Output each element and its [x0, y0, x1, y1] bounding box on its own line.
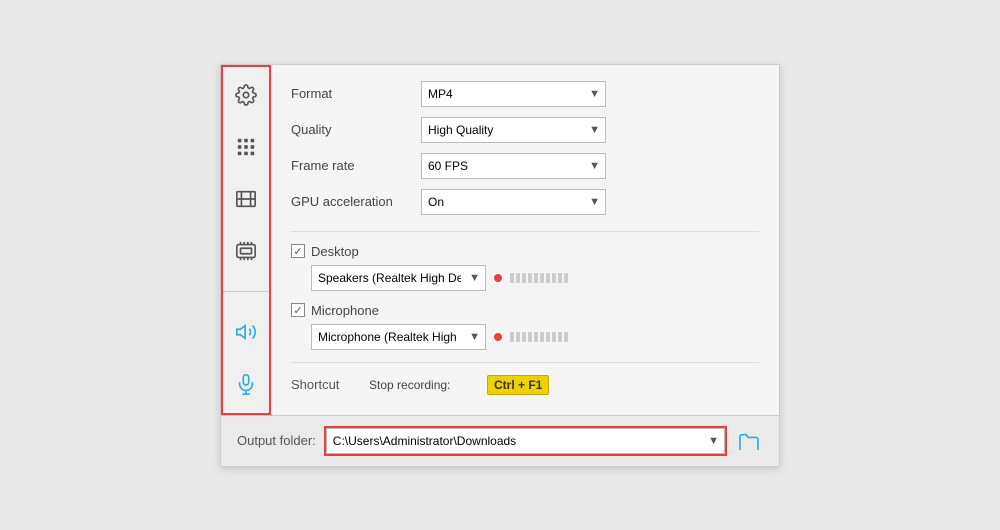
vol-seg-5 — [534, 273, 538, 283]
framerate-icon[interactable] — [230, 183, 262, 215]
desktop-device-select[interactable]: Speakers (Realtek High De... — [311, 265, 486, 291]
microphone-sidebar-icon[interactable] — [230, 368, 262, 400]
mic-volume-bar — [510, 332, 568, 342]
vol-seg-8 — [552, 273, 556, 283]
quality-select[interactable]: High Quality Medium Quality Low Quality — [421, 117, 606, 143]
mic-volume-dot — [494, 333, 502, 341]
format-label: Format — [291, 86, 421, 101]
mic-device-select[interactable]: Microphone (Realtek High ... — [311, 324, 486, 350]
audio-settings-section: ✓ Desktop Speakers (Realtek High De... ▼ — [291, 244, 759, 350]
footer-bar: Output folder: C:\Users\Administrator\Do… — [221, 415, 779, 466]
desktop-checkbox[interactable]: ✓ — [291, 244, 305, 258]
open-folder-button[interactable] — [735, 428, 763, 454]
desktop-volume-bar — [510, 273, 568, 283]
mic-vol-seg-7 — [546, 332, 550, 342]
desktop-device-select-wrapper: Speakers (Realtek High De... ▼ — [311, 265, 486, 291]
settings-content: Format MP4 AVI MOV MKV ▼ Quality — [271, 65, 779, 415]
desktop-volume-dot — [494, 274, 502, 282]
section-divider-1 — [291, 231, 759, 232]
quality-select-wrapper: High Quality Medium Quality Low Quality … — [421, 117, 606, 143]
mic-device-select-wrapper: Microphone (Realtek High ... ▼ — [311, 324, 486, 350]
mic-vol-seg-2 — [516, 332, 520, 342]
video-settings-section: Format MP4 AVI MOV MKV ▼ Quality — [291, 81, 759, 215]
gpu-row: GPU acceleration On Off ▼ — [291, 189, 759, 215]
mic-vol-seg-8 — [552, 332, 556, 342]
microphone-label: Microphone — [311, 303, 379, 318]
framerate-label: Frame rate — [291, 158, 421, 173]
framerate-select[interactable]: 60 FPS 30 FPS 24 FPS 15 FPS — [421, 153, 606, 179]
mic-vol-seg-5 — [534, 332, 538, 342]
microphone-device-row: Microphone (Realtek High ... ▼ — [311, 324, 759, 350]
shortcut-keys-badge[interactable]: Ctrl + F1 — [487, 375, 549, 395]
mic-vol-seg-10 — [564, 332, 568, 342]
microphone-checkbox[interactable]: ✓ — [291, 303, 305, 317]
shortcut-label: Shortcut — [291, 377, 361, 392]
vol-seg-6 — [540, 273, 544, 283]
section-divider-2 — [291, 362, 759, 363]
speaker-icon[interactable] — [230, 316, 262, 348]
desktop-device-row: Speakers (Realtek High De... ▼ — [311, 265, 759, 291]
quality-row: Quality High Quality Medium Quality Low … — [291, 117, 759, 143]
framerate-row: Frame rate 60 FPS 30 FPS 24 FPS 15 FPS ▼ — [291, 153, 759, 179]
gpu-select-wrapper: On Off ▼ — [421, 189, 606, 215]
vol-seg-3 — [522, 273, 526, 283]
vol-seg-7 — [546, 273, 550, 283]
desktop-label-row: ✓ Desktop — [291, 244, 759, 259]
format-select[interactable]: MP4 AVI MOV MKV — [421, 81, 606, 107]
gpu-label: GPU acceleration — [291, 194, 421, 209]
folder-path-select[interactable]: C:\Users\Administrator\Downloads — [326, 428, 725, 454]
framerate-select-wrapper: 60 FPS 30 FPS 24 FPS 15 FPS ▼ — [421, 153, 606, 179]
format-select-wrapper: MP4 AVI MOV MKV ▼ — [421, 81, 606, 107]
gpu-select[interactable]: On Off — [421, 189, 606, 215]
quality-label: Quality — [291, 122, 421, 137]
gpu-icon[interactable] — [230, 235, 262, 267]
mic-vol-seg-6 — [540, 332, 544, 342]
format-row: Format MP4 AVI MOV MKV ▼ — [291, 81, 759, 107]
quality-icon[interactable] — [230, 131, 262, 163]
vol-seg-1 — [510, 273, 514, 283]
main-panel: Format MP4 AVI MOV MKV ▼ Quality — [220, 64, 780, 467]
mic-vol-seg-1 — [510, 332, 514, 342]
vol-seg-4 — [528, 273, 532, 283]
microphone-label-row: ✓ Microphone — [291, 303, 759, 318]
output-folder-label: Output folder: — [237, 433, 316, 448]
settings-icon[interactable] — [230, 79, 262, 111]
vol-seg-9 — [558, 273, 562, 283]
vol-seg-10 — [564, 273, 568, 283]
shortcut-row: Shortcut Stop recording: Ctrl + F1 — [291, 375, 759, 395]
mic-vol-seg-3 — [522, 332, 526, 342]
desktop-label: Desktop — [311, 244, 359, 259]
shortcut-stop-label: Stop recording: — [369, 378, 479, 392]
mic-vol-seg-9 — [558, 332, 562, 342]
sidebar — [221, 65, 271, 415]
mic-vol-seg-4 — [528, 332, 532, 342]
vol-seg-2 — [516, 273, 520, 283]
folder-path-select-wrapper: C:\Users\Administrator\Downloads ▼ — [324, 426, 727, 456]
